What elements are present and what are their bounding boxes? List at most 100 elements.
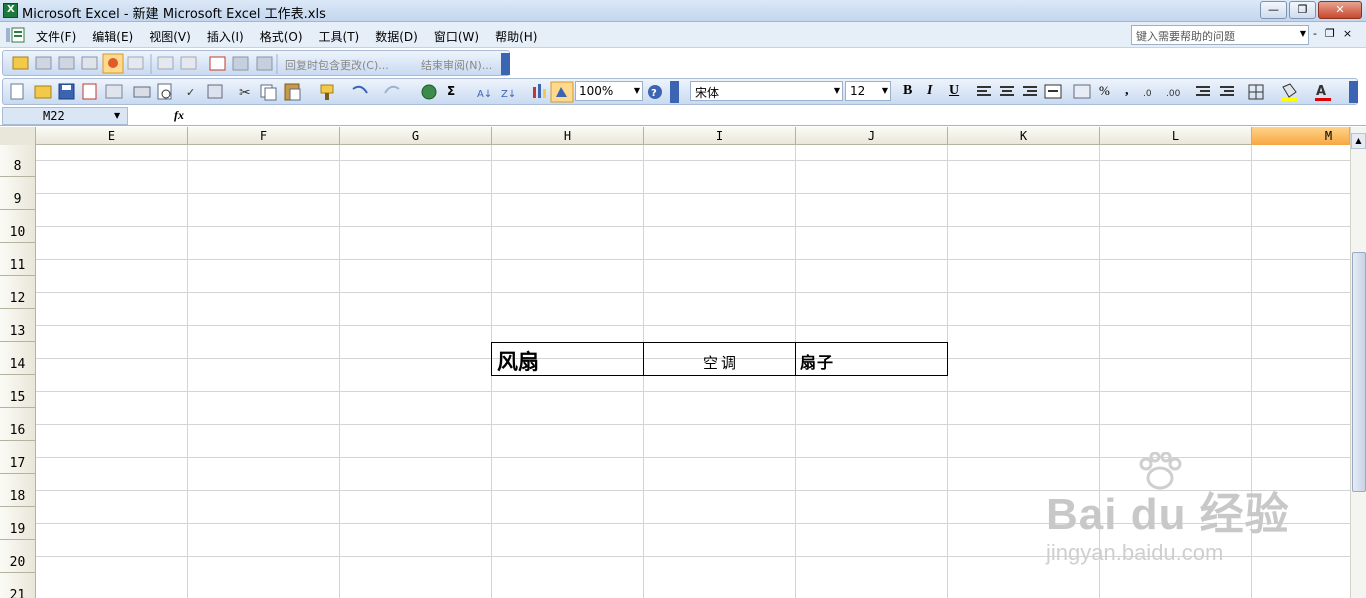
- column-header-m[interactable]: M: [1252, 127, 1350, 145]
- menu-format[interactable]: 格式(O): [260, 28, 303, 45]
- row-header-17[interactable]: 17: [0, 441, 36, 474]
- chevron-down-icon[interactable]: ▼: [1300, 29, 1306, 38]
- doc-minimize-button[interactable]: -: [1313, 27, 1317, 40]
- scroll-up-arrow-icon[interactable]: ▲: [1351, 133, 1366, 149]
- hyperlink-icon[interactable]: [421, 84, 437, 100]
- new-document-icon[interactable]: [10, 83, 24, 100]
- currency-icon[interactable]: [1073, 84, 1091, 99]
- print-review-icon[interactable]: [256, 56, 273, 71]
- workbook-icon[interactable]: [4, 26, 26, 44]
- scrollbar-thumb[interactable]: [1352, 252, 1366, 492]
- email-icon[interactable]: [81, 56, 98, 70]
- chevron-down-icon[interactable]: ▼: [114, 111, 120, 120]
- paste-icon[interactable]: [284, 83, 301, 101]
- percent-style-button[interactable]: %: [1099, 83, 1110, 99]
- column-header-f[interactable]: F: [188, 127, 340, 145]
- bold-button[interactable]: B: [903, 83, 912, 99]
- increase-indent-icon[interactable]: [1220, 86, 1234, 96]
- row-header-8[interactable]: 8: [0, 145, 36, 177]
- vertical-scrollbar[interactable]: ▲: [1350, 127, 1366, 598]
- sort-descending-icon[interactable]: Z↓: [501, 89, 516, 100]
- cell-h14[interactable]: 风扇: [491, 342, 644, 376]
- reply-with-changes-button[interactable]: 回复时包含更改(C)...: [285, 57, 389, 73]
- checklist-icon[interactable]: [209, 56, 226, 71]
- minimize-button[interactable]: —: [1260, 1, 1287, 19]
- restore-button[interactable]: ❐: [1289, 1, 1316, 19]
- copy-icon[interactable]: [260, 84, 277, 101]
- increase-decimal-icon[interactable]: .0: [1143, 89, 1152, 99]
- font-color-icon[interactable]: A: [1315, 84, 1331, 101]
- select-all-corner[interactable]: [0, 127, 36, 145]
- row-header-11[interactable]: 11: [0, 243, 36, 276]
- name-box[interactable]: M22: [2, 107, 128, 125]
- redo-icon[interactable]: [384, 85, 400, 94]
- align-right-icon[interactable]: [1023, 86, 1037, 96]
- menu-tools[interactable]: 工具(T): [319, 28, 360, 45]
- end-review-button[interactable]: 结束审阅(N)...: [421, 57, 492, 73]
- insert-function-button[interactable]: fx: [174, 108, 184, 123]
- help-icon[interactable]: ?: [648, 85, 662, 99]
- column-header-k[interactable]: K: [948, 127, 1100, 145]
- cell-i14[interactable]: 空调: [643, 342, 796, 376]
- decrease-indent-icon[interactable]: [1196, 86, 1210, 96]
- email-icon[interactable]: [105, 84, 123, 99]
- cell-j14[interactable]: 扇子: [795, 342, 948, 376]
- menu-edit[interactable]: 编辑(E): [92, 28, 133, 45]
- open-folder-icon[interactable]: [12, 56, 29, 70]
- row-header-21[interactable]: 21: [0, 573, 36, 598]
- align-center-icon[interactable]: [1000, 86, 1014, 96]
- mail-reply-icon[interactable]: [35, 56, 52, 70]
- font-size-select[interactable]: 12 ▼: [845, 81, 891, 101]
- underline-button[interactable]: U: [949, 83, 959, 99]
- excel-app-icon[interactable]: [3, 3, 18, 18]
- formula-input[interactable]: [190, 107, 1366, 125]
- cut-icon[interactable]: ✂: [239, 85, 251, 101]
- borders-icon[interactable]: [1248, 84, 1264, 100]
- redo-review-icon[interactable]: [180, 56, 197, 70]
- decrease-decimal-icon[interactable]: .00: [1166, 89, 1181, 99]
- merge-center-icon[interactable]: [1044, 84, 1062, 99]
- column-header-l[interactable]: L: [1100, 127, 1252, 145]
- italic-button[interactable]: I: [927, 83, 932, 99]
- drawing-icon[interactable]: [550, 81, 574, 103]
- font-name-select[interactable]: 宋体 ▼: [690, 81, 843, 101]
- autosum-button[interactable]: Σ: [447, 84, 455, 98]
- column-header-h[interactable]: H: [492, 127, 644, 145]
- print-icon[interactable]: [133, 86, 151, 98]
- row-header-14[interactable]: 14: [0, 342, 36, 375]
- undo-review-icon[interactable]: [157, 56, 174, 70]
- align-left-icon[interactable]: [977, 86, 991, 96]
- open-icon[interactable]: [34, 85, 52, 99]
- menu-view[interactable]: 视图(V): [149, 28, 191, 45]
- chart-wizard-icon[interactable]: [533, 84, 546, 98]
- chevron-down-icon[interactable]: ▼: [834, 86, 840, 95]
- help-question-input[interactable]: 键入需要帮助的问题 ▼: [1131, 25, 1309, 45]
- permission-icon[interactable]: [82, 83, 97, 100]
- undo-icon[interactable]: [352, 85, 368, 94]
- menu-insert[interactable]: 插入(I): [207, 28, 244, 45]
- menu-data[interactable]: 数据(D): [375, 28, 418, 45]
- row-header-19[interactable]: 19: [0, 507, 36, 540]
- delete-comment-icon[interactable]: [127, 56, 144, 70]
- spelling-icon[interactable]: ✓: [186, 86, 195, 99]
- research-icon[interactable]: [207, 84, 223, 99]
- column-header-j[interactable]: J: [796, 127, 948, 145]
- print-preview-icon[interactable]: [157, 83, 172, 100]
- menu-window[interactable]: 窗口(W): [434, 28, 479, 45]
- row-header-18[interactable]: 18: [0, 474, 36, 507]
- doc-close-button[interactable]: ×: [1343, 27, 1352, 40]
- chevron-down-icon[interactable]: ▼: [882, 86, 888, 95]
- comma-style-button[interactable]: ,: [1125, 83, 1129, 99]
- sort-ascending-icon[interactable]: A↓: [477, 89, 492, 100]
- close-button[interactable]: ✕: [1318, 1, 1362, 19]
- track-changes-icon[interactable]: [102, 53, 124, 74]
- row-header-15[interactable]: 15: [0, 375, 36, 408]
- doc-restore-button[interactable]: ❐: [1325, 27, 1335, 40]
- column-header-i[interactable]: I: [644, 127, 796, 145]
- fill-color-icon[interactable]: [1282, 83, 1298, 101]
- chevron-down-icon[interactable]: ▼: [634, 86, 640, 95]
- row-header-20[interactable]: 20: [0, 540, 36, 573]
- column-header-g[interactable]: G: [340, 127, 492, 145]
- save-review-icon[interactable]: [232, 56, 249, 71]
- menu-help[interactable]: 帮助(H): [495, 28, 537, 45]
